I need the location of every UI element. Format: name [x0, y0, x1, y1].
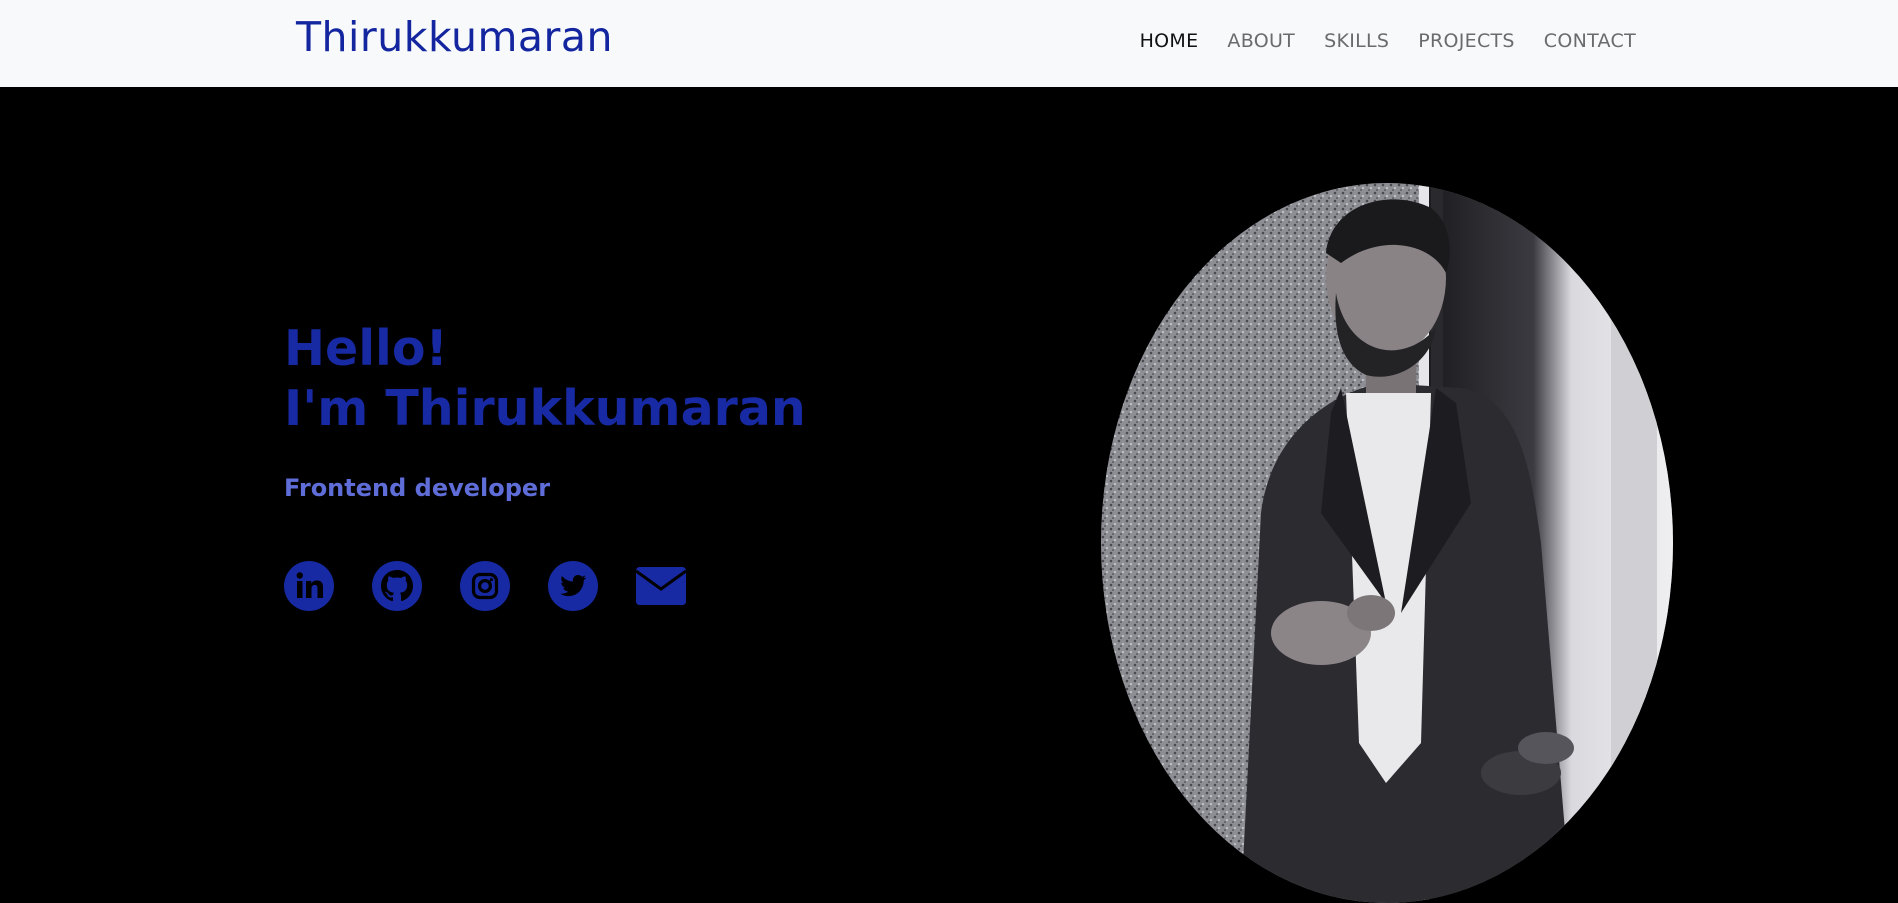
- greeting-line-2: I'm Thirukkumaran: [284, 380, 806, 437]
- hero-section: Hello! I'm Thirukkumaran Frontend develo…: [0, 87, 1898, 903]
- email-icon[interactable]: [636, 561, 686, 611]
- navbar: Thirukkumaran HOME ABOUT SKILLS PROJECTS…: [0, 0, 1898, 87]
- role-subtitle: Frontend developer: [284, 474, 551, 502]
- profile-photo: [1101, 183, 1673, 903]
- nav-link-contact[interactable]: CONTACT: [1544, 28, 1636, 54]
- nav-link-about[interactable]: ABOUT: [1227, 28, 1295, 54]
- nav-link-projects[interactable]: PROJECTS: [1418, 28, 1515, 54]
- linkedin-icon[interactable]: [284, 561, 334, 611]
- twitter-icon[interactable]: [548, 561, 598, 611]
- nav-link-skills[interactable]: SKILLS: [1324, 28, 1389, 54]
- nav-menu: HOME ABOUT SKILLS PROJECTS CONTACT: [1111, 28, 1636, 54]
- github-icon[interactable]: [372, 561, 422, 611]
- brand-logo[interactable]: Thirukkumaran: [296, 12, 613, 62]
- instagram-icon[interactable]: [460, 561, 510, 611]
- social-links: [284, 561, 686, 611]
- nav-link-home[interactable]: HOME: [1140, 28, 1199, 54]
- hero-heading: Hello! I'm Thirukkumaran: [284, 319, 806, 439]
- greeting-line-1: Hello!: [284, 320, 448, 377]
